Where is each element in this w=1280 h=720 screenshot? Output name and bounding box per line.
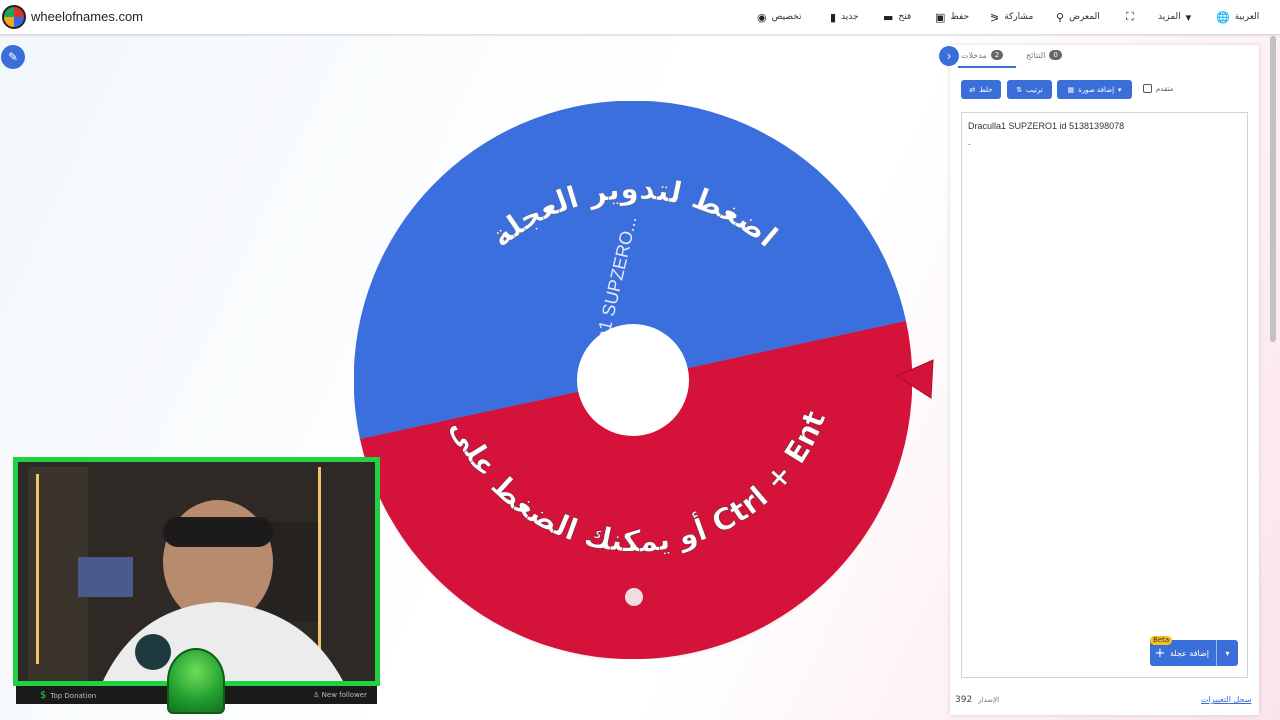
nav-customize[interactable]: ◉ تخصيص (757, 0, 801, 34)
shuffle-label: خلط (979, 85, 993, 94)
nav-open[interactable]: ▬ فتح (883, 0, 911, 34)
tab-results[interactable]: النتائج 0 (1026, 50, 1062, 60)
user-icon: ♙ (313, 691, 322, 699)
tab-results-label: النتائج (1026, 50, 1046, 60)
shuffle-icon: ⇄ (969, 85, 976, 94)
tab-results-count: 0 (1049, 50, 1062, 60)
streamer-avatar (167, 648, 225, 714)
nav-fullscreen[interactable]: ⛶ (1126, 0, 1134, 34)
site-name[interactable]: wheelofnames.com (31, 9, 143, 24)
add-image-button[interactable]: ▦ إضافة صورة ▾ (1057, 80, 1132, 99)
collapse-panel-icon[interactable]: › (939, 46, 959, 66)
fullscreen-icon: ⛶ (1126, 10, 1134, 23)
sort-button[interactable]: ⇅ ترتيب (1007, 80, 1052, 99)
nav-share-label: مشاركة (1004, 12, 1034, 22)
sort-icon: ⇅ (1016, 85, 1023, 94)
wheel-center[interactable] (577, 324, 689, 436)
add-wheel-label: إضافة عجلة (1170, 648, 1209, 658)
nav-language-label: العربية (1234, 12, 1260, 22)
nav-new-label: جديد (841, 12, 859, 22)
entry-line[interactable]: . (968, 137, 971, 147)
changelog-link[interactable]: سجل التغييرات (1201, 695, 1251, 704)
entry-line[interactable]: Draculla1 SUPZERO1 id 51381398078 (968, 121, 1124, 131)
advanced-label: متقدم (1156, 84, 1174, 93)
tab-entries-count: 2 (990, 50, 1004, 60)
entries-textarea[interactable] (961, 112, 1248, 678)
nav-language[interactable]: 🌐 العربية (1216, 0, 1259, 34)
wheel-dot (625, 588, 643, 606)
tab-entries-label: مدخلات (961, 50, 987, 60)
nav-customize-label: تخصيص (771, 12, 802, 22)
nav-gallery[interactable]: ⚲ المعرض (1056, 0, 1100, 34)
nav-save-label: حفظ (950, 12, 970, 22)
nav-more-label: المزيد (1158, 12, 1181, 22)
caret-down-icon: ▾ (1185, 10, 1192, 24)
nav-more[interactable]: المزيد ▾ (1158, 0, 1191, 34)
add-image-label: إضافة صورة (1078, 85, 1115, 94)
site-logo-icon[interactable] (2, 5, 26, 29)
share-icon: ⪖ (990, 10, 1000, 24)
wheel[interactable]: Draculla1 SUPZERO... اضغط لتدوير العجلة … (354, 101, 912, 659)
nav-gallery-label: المعرض (1069, 12, 1100, 22)
nav-open-label: فتح (898, 12, 912, 22)
search-icon: ⚲ (1056, 10, 1065, 24)
advanced-checkbox[interactable]: متقدم (1143, 84, 1173, 93)
top-bar: wheelofnames.com ◉ تخصيص ▮ جديد ▬ فتح ▣ … (0, 0, 1280, 34)
page-scrollbar[interactable] (1270, 36, 1276, 342)
new-follower-label: New follower (321, 691, 367, 699)
top-donation-label: Top Donation (50, 691, 97, 700)
sort-label: ترتيب (1026, 85, 1043, 94)
save-icon: ▣ (935, 10, 946, 24)
file-icon: ▮ (830, 10, 837, 24)
wheel-pointer-icon (895, 358, 937, 404)
plus-icon: + (1154, 645, 1166, 661)
version-info: 392 الإصدار (955, 695, 999, 705)
edit-icon[interactable]: ✎ (1, 45, 25, 69)
chevron-down-icon[interactable]: ▾ (1216, 640, 1238, 666)
tab-active-indicator (958, 66, 1016, 68)
palette-icon: ◉ (757, 10, 767, 24)
folder-open-icon: ▬ (883, 10, 894, 24)
checkbox-icon[interactable] (1143, 84, 1152, 93)
dollar-icon: $ (40, 689, 47, 701)
nav-share[interactable]: ⪖ مشاركة (990, 0, 1033, 34)
globe-icon: 🌐 (1216, 10, 1230, 24)
version-label: الإصدار (978, 696, 1000, 704)
image-icon: ▦ (1067, 85, 1075, 94)
beta-badge: Beta (1150, 636, 1173, 645)
nav-new[interactable]: ▮ جديد (830, 0, 859, 34)
tab-entries[interactable]: مدخلات 2 (961, 50, 1004, 60)
version-number: 392 (955, 695, 973, 705)
nav-save[interactable]: ▣ حفظ (935, 0, 969, 34)
chevron-down-icon: ▾ (1118, 85, 1122, 94)
shuffle-button[interactable]: ⇄ خلط (961, 80, 1001, 99)
